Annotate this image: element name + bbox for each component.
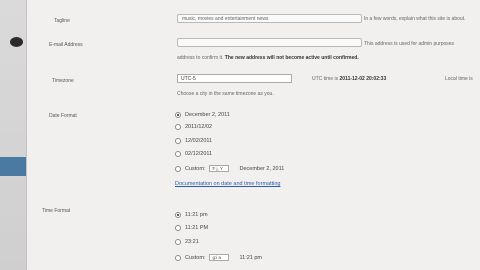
date-format-option-label: December 2, 2011: [185, 112, 230, 118]
time-format-preview: 11:21 pm: [239, 254, 263, 261]
email-note-warning: The new address will not become active u…: [224, 55, 359, 61]
email-label: E-mail Address: [49, 42, 83, 48]
time-format-option-label: 11:21 PM: [185, 225, 209, 231]
date-format-custom[interactable]: Custom: F j, Y December 2, 2011: [175, 165, 284, 172]
date-format-option[interactable]: 2011/12/02: [175, 124, 212, 130]
radio-icon[interactable]: [175, 165, 181, 172]
radio-icon[interactable]: [175, 151, 181, 157]
admin-sidebar: [0, 0, 27, 270]
timezone-hint: Choose a city in the same timezone as yo…: [177, 91, 274, 97]
radio-icon[interactable]: [175, 239, 181, 245]
time-format-custom-input[interactable]: g:i a: [209, 254, 230, 261]
radio-icon[interactable]: [175, 225, 181, 231]
date-format-custom-label: Custom:: [185, 165, 206, 172]
date-format-option-label: 12/02/2011: [185, 138, 213, 144]
radio-icon[interactable]: [175, 254, 181, 261]
timezone-select[interactable]: UTC-5: [177, 74, 292, 83]
sidebar-active-item[interactable]: [0, 157, 26, 176]
radio-icon[interactable]: [175, 212, 181, 218]
tagline-note: In a few words, explain what this site i…: [364, 16, 466, 22]
date-format-option[interactable]: 02/12/2011: [175, 151, 212, 157]
settings-panel: Tagline music, movies and entertainment …: [27, 0, 480, 270]
time-format-option-label: 23:21: [185, 239, 199, 245]
date-format-option[interactable]: December 2, 2011: [175, 112, 230, 118]
radio-icon[interactable]: [175, 138, 181, 144]
tagline-label: Tagline: [54, 18, 70, 24]
date-format-label: Date Format: [49, 113, 77, 119]
date-format-preview: December 2, 2011: [239, 165, 285, 172]
time-format-option[interactable]: 11:21 PM: [175, 225, 208, 231]
email-input[interactable]: [177, 38, 362, 47]
email-note-confirm: address to confirm it.: [177, 55, 224, 61]
time-format-option[interactable]: 11:21 pm: [175, 212, 208, 218]
toggle-dot-icon[interactable]: [10, 37, 23, 47]
tagline-input[interactable]: music, movies and entertainment news: [177, 14, 362, 23]
utc-time-value: 2011-12-02 20:02:33: [339, 76, 387, 82]
time-format-custom[interactable]: Custom: g:i a 11:21 pm: [175, 254, 262, 261]
date-time-doc-link[interactable]: Documentation on date and time formattin…: [175, 181, 280, 187]
radio-icon[interactable]: [175, 124, 181, 130]
radio-icon[interactable]: [175, 112, 181, 118]
time-format-label: Time Format: [42, 208, 71, 214]
date-format-option-label: 02/12/2011: [185, 151, 213, 157]
local-time-label: Local time is: [445, 76, 473, 82]
email-note: This address is used for admin purposes: [364, 41, 455, 47]
email-note-line2: address to confirm it. The new address w…: [177, 55, 359, 61]
time-format-option[interactable]: 23:21: [175, 239, 199, 245]
utc-time: UTC time is 2011-12-02 20:02:33: [312, 76, 386, 82]
date-format-custom-input[interactable]: F j, Y: [209, 165, 230, 172]
utc-time-label: UTC time is: [312, 76, 339, 82]
timezone-label: Timezone: [52, 78, 74, 84]
date-format-option[interactable]: 12/02/2011: [175, 138, 212, 144]
time-format-custom-label: Custom:: [185, 254, 206, 261]
date-format-option-label: 2011/12/02: [185, 124, 213, 130]
time-format-option-label: 11:21 pm: [185, 212, 208, 218]
